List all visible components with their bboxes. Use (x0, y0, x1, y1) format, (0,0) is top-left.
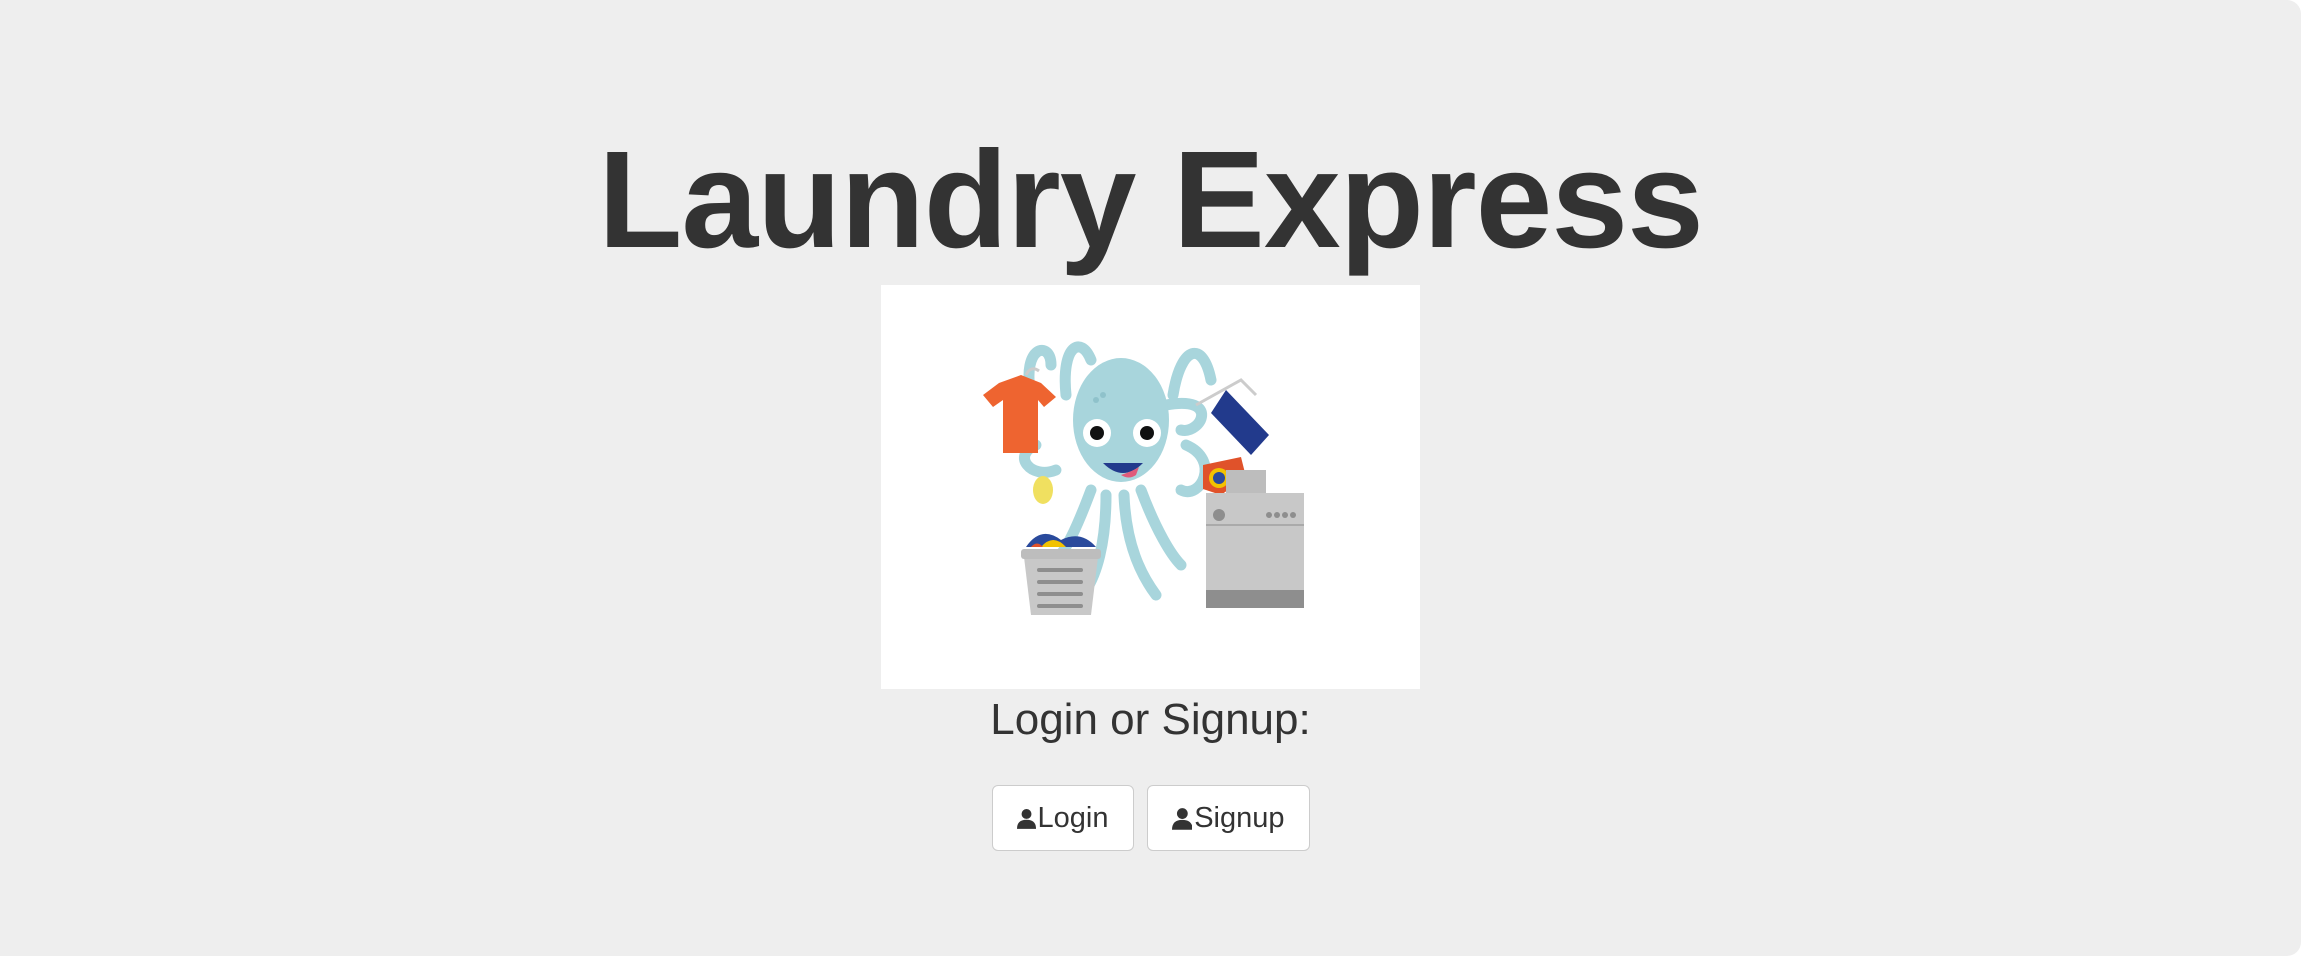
signup-button[interactable]: Signup (1146, 785, 1310, 851)
user-icon (1016, 808, 1036, 829)
login-button[interactable]: Login (991, 785, 1134, 851)
page-title: Laundry Express (598, 123, 1704, 277)
login-button-label: Login (1037, 801, 1109, 834)
login-signup-prompt: Login or Signup: (990, 695, 1311, 744)
jumbotron: Laundry Express Login or Signup: Login S… (0, 0, 2301, 956)
signup-button-label: Signup (1194, 801, 1285, 834)
auth-button-group: Login Signup (0, 785, 2301, 851)
octopus-laundry-illustration (881, 285, 1420, 689)
user-icon (1171, 807, 1193, 830)
